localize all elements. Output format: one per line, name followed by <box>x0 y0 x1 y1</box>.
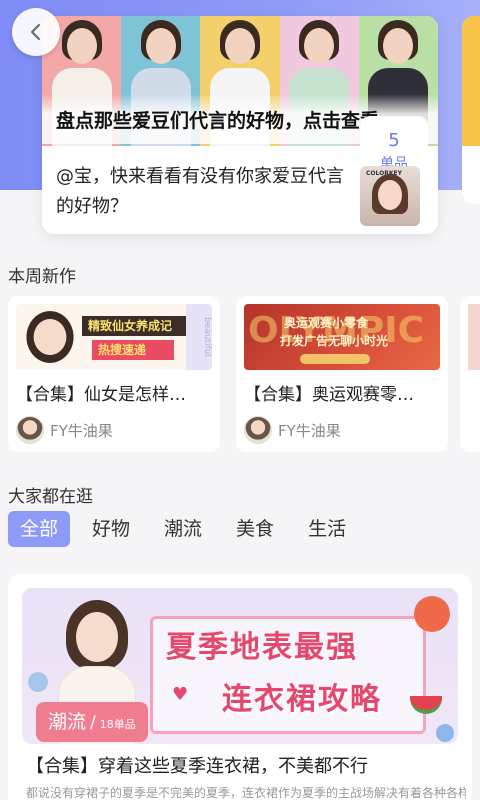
tab-life[interactable]: 生活 <box>296 511 358 547</box>
new-item-card-partial[interactable] <box>460 296 480 452</box>
new-item-image: OLYMPIC 奥运观赛小零食 打发广告无聊小时光 <box>244 304 440 370</box>
cover-headline: 连衣裙攻略 <box>222 682 382 717</box>
featured-count-number: 5 <box>388 130 400 151</box>
cover-headline: 夏季地表最强 <box>166 630 358 665</box>
image-side-text: beautiful <box>186 304 212 370</box>
avatar <box>16 416 44 444</box>
feed-description: 都说没有穿裙子的夏季是不完美的夏季，连衣裙作为夏季的主战场解决有着各种各样的连衣 <box>26 786 466 800</box>
feed-title: 【合集】穿着这些夏季连衣裙，不美都不行 <box>26 756 368 777</box>
thumbnail-face <box>378 180 402 210</box>
next-featured-card[interactable] <box>462 16 480 204</box>
image-text: 打发广告无聊小时光 <box>280 334 389 348</box>
tab-goods[interactable]: 好物 <box>80 511 142 547</box>
back-button[interactable] <box>12 8 60 56</box>
tab-trend[interactable]: 潮流 <box>152 511 214 547</box>
featured-description: @宝，快来看看有没有你家爱豆代言的好物？ <box>56 166 344 217</box>
image-text: 热搜速递 <box>92 340 174 360</box>
new-item-card[interactable]: 精致仙女养成记 热搜速递 beautiful 【合集】仙女是怎样… FY牛油果 <box>8 296 220 452</box>
thumbnail-brand: COLORKEY <box>366 170 402 177</box>
new-item-card[interactable]: OLYMPIC 奥运观赛小零食 打发广告无聊小时光 【合集】奥运观赛零… FY牛… <box>236 296 448 452</box>
new-item-title: 【合集】奥运观赛零… <box>244 385 414 405</box>
category-filter-tabs: 全部 好物 潮流 美食 生活 <box>8 511 368 547</box>
feed-collection-card[interactable]: 夏季地表最强 连衣裙攻略 ♥ 潮流 / 18单品 【合集】穿着这些夏季连衣裙，不… <box>8 574 472 800</box>
author-name: FY牛油果 <box>50 421 113 440</box>
feed-category-badge: 潮流 / 18单品 <box>36 702 148 742</box>
featured-collection-card[interactable]: 盘点那些爱豆们代言的好物，点击查看 5 单品 @宝，快来看看有没有你家爱豆代言的… <box>42 16 438 234</box>
tab-all[interactable]: 全部 <box>8 511 71 547</box>
heart-icon: ♥ <box>172 684 189 705</box>
new-item-image: 精致仙女养成记 热搜速递 beautiful <box>16 304 212 370</box>
chevron-left-icon <box>31 24 40 40</box>
badge-count: 18单品 <box>99 718 136 731</box>
image-text: 精致仙女养成记 <box>82 316 186 336</box>
sun-icon <box>414 596 450 632</box>
avatar <box>244 416 272 444</box>
image-text: 奥运观赛小零食 <box>284 316 369 330</box>
new-item-author[interactable]: FY牛油果 <box>244 416 341 444</box>
section-title-new: 本周新作 <box>8 267 76 287</box>
featured-product-thumbnail[interactable]: COLORKEY <box>360 166 420 226</box>
new-item-title: 【合集】仙女是怎样… <box>16 385 186 405</box>
badge-category: 潮流 <box>48 711 87 733</box>
section-title-browsing: 大家都在逛 <box>8 487 93 507</box>
tab-food[interactable]: 美食 <box>224 511 286 547</box>
author-name: FY牛油果 <box>278 421 341 440</box>
new-item-author[interactable]: FY牛油果 <box>16 416 113 444</box>
